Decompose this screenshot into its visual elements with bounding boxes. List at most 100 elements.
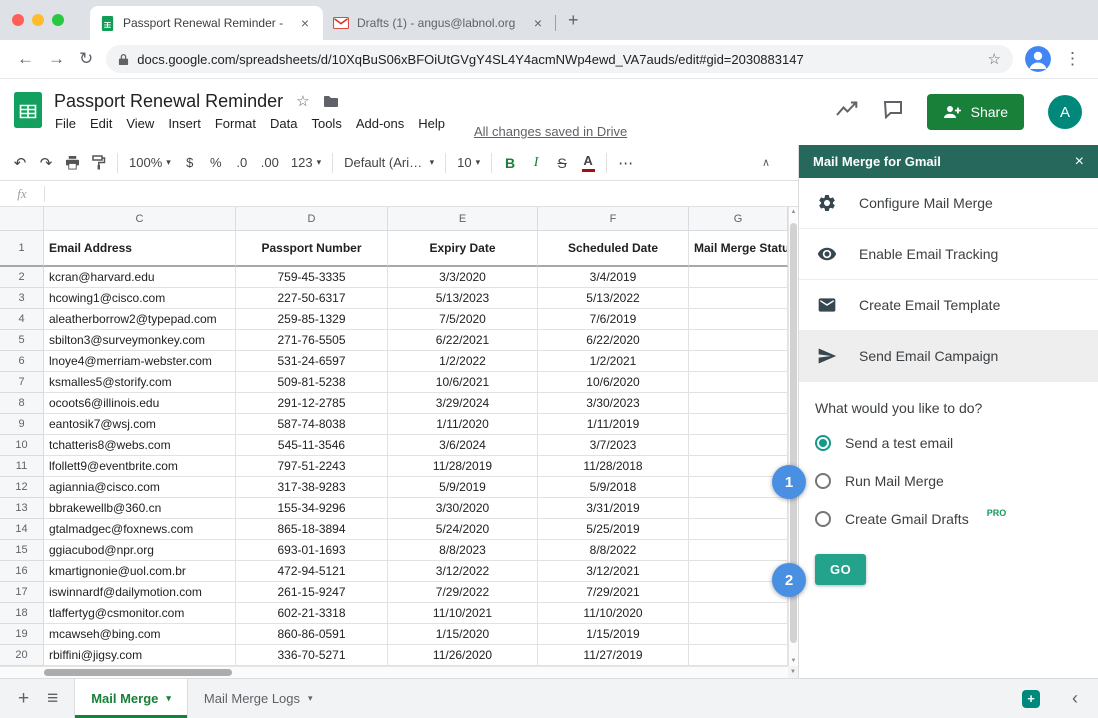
header-cell[interactable]: Scheduled Date	[538, 231, 689, 267]
radio-icon[interactable]	[815, 435, 831, 451]
font-family-select[interactable]: Default (Ari…▾	[339, 150, 439, 176]
cell-scheduled[interactable]: 3/31/2019	[538, 498, 689, 519]
cell-email[interactable]: mcawseh@bing.com	[44, 624, 236, 645]
cell-email[interactable]: bbrakewellb@360.cn	[44, 498, 236, 519]
column-header-D[interactable]: D	[236, 207, 388, 231]
cell-scheduled[interactable]: 1/2/2021	[538, 351, 689, 372]
cell-scheduled[interactable]: 1/11/2019	[538, 414, 689, 435]
menu-tools[interactable]: Tools	[304, 113, 348, 134]
scroll-up-icon[interactable]: ▲	[791, 209, 797, 215]
cell-scheduled[interactable]: 7/6/2019	[538, 309, 689, 330]
cell-expiry[interactable]: 3/6/2024	[388, 435, 538, 456]
cell-scheduled[interactable]: 6/22/2020	[538, 330, 689, 351]
row-header[interactable]: 2	[0, 267, 44, 288]
cell-expiry[interactable]: 11/28/2019	[388, 456, 538, 477]
row-header[interactable]: 17	[0, 582, 44, 603]
cell-passport[interactable]: 797-51-2243	[236, 456, 388, 477]
account-avatar[interactable]: A	[1048, 95, 1082, 129]
row-header[interactable]: 16	[0, 561, 44, 582]
cell-expiry[interactable]: 11/10/2021	[388, 603, 538, 624]
row-header[interactable]: 15	[0, 540, 44, 561]
row-header[interactable]: 19	[0, 624, 44, 645]
radio-icon[interactable]	[815, 511, 831, 527]
column-header-G[interactable]: G	[689, 207, 788, 231]
row-header[interactable]: 7	[0, 372, 44, 393]
cell-scheduled[interactable]: 3/30/2023	[538, 393, 689, 414]
cell-expiry[interactable]: 1/2/2022	[388, 351, 538, 372]
cell-expiry[interactable]: 3/3/2020	[388, 267, 538, 288]
cell-email[interactable]: kmartignonie@uol.com.br	[44, 561, 236, 582]
cell-passport[interactable]: 317-38-9283	[236, 477, 388, 498]
fullscreen-window-button[interactable]	[52, 14, 64, 26]
row-header[interactable]: 3	[0, 288, 44, 309]
cell-status[interactable]	[689, 288, 788, 309]
cell-email[interactable]: sbilton3@surveymonkey.com	[44, 330, 236, 351]
close-sidebar-icon[interactable]: ×	[1075, 153, 1084, 171]
cell-email[interactable]: agiannia@cisco.com	[44, 477, 236, 498]
row-header[interactable]: 12	[0, 477, 44, 498]
cell-expiry[interactable]: 5/13/2023	[388, 288, 538, 309]
cell-status[interactable]	[689, 498, 788, 519]
paint-format-button[interactable]	[87, 150, 111, 176]
browser-tab-1[interactable]: Passport Renewal Reminder -×	[90, 6, 323, 40]
cell-status[interactable]	[689, 267, 788, 288]
move-folder-icon[interactable]	[323, 95, 339, 108]
cell-expiry[interactable]: 1/11/2020	[388, 414, 538, 435]
cell-scheduled[interactable]: 7/29/2021	[538, 582, 689, 603]
addon-icon[interactable]: +	[1022, 690, 1040, 708]
more-toolbar-button[interactable]: ⋯	[613, 150, 638, 176]
minimize-window-button[interactable]	[32, 14, 44, 26]
cell-expiry[interactable]: 1/15/2020	[388, 624, 538, 645]
cell-expiry[interactable]: 7/5/2020	[388, 309, 538, 330]
format-currency-button[interactable]: $	[178, 150, 202, 176]
text-color-button[interactable]: A	[576, 150, 600, 176]
cell-email[interactable]: ocoots6@illinois.edu	[44, 393, 236, 414]
browser-profile-avatar[interactable]	[1025, 46, 1051, 72]
forward-icon[interactable]: →	[48, 49, 65, 69]
cell-expiry[interactable]: 5/24/2020	[388, 519, 538, 540]
star-document-icon[interactable]: ☆	[296, 92, 309, 110]
header-cell[interactable]: Email Address	[44, 231, 236, 267]
tab-close-icon[interactable]: ×	[297, 15, 313, 31]
cell-expiry[interactable]: 3/30/2020	[388, 498, 538, 519]
cell-scheduled[interactable]: 11/28/2018	[538, 456, 689, 477]
sheets-logo-icon[interactable]	[14, 92, 42, 133]
cell-email[interactable]: tlaffertyg@csmonitor.com	[44, 603, 236, 624]
row-header[interactable]: 10	[0, 435, 44, 456]
cell-expiry[interactable]: 3/12/2022	[388, 561, 538, 582]
option-create-gmail-drafts[interactable]: Create Gmail DraftsPRO	[815, 500, 1082, 538]
row-header-1[interactable]: 1	[0, 231, 44, 267]
sidebar-menu-send-email-campaign[interactable]: Send Email Campaign	[799, 331, 1098, 382]
cell-status[interactable]	[689, 372, 788, 393]
new-tab-button[interactable]: +	[568, 10, 579, 31]
header-cell[interactable]: Expiry Date	[388, 231, 538, 267]
cell-email[interactable]: tchatteris8@webs.com	[44, 435, 236, 456]
row-header[interactable]: 14	[0, 519, 44, 540]
cell-passport[interactable]: 472-94-5121	[236, 561, 388, 582]
browser-menu-icon[interactable]: ⋮	[1064, 49, 1081, 69]
row-header[interactable]: 13	[0, 498, 44, 519]
cell-email[interactable]: kcran@harvard.edu	[44, 267, 236, 288]
cell-scheduled[interactable]: 11/10/2020	[538, 603, 689, 624]
cell-passport[interactable]: 261-15-9247	[236, 582, 388, 603]
cell-status[interactable]	[689, 435, 788, 456]
row-header[interactable]: 11	[0, 456, 44, 477]
menu-data[interactable]: Data	[263, 113, 304, 134]
menu-view[interactable]: View	[119, 113, 161, 134]
increase-decimal-button[interactable]: .00	[256, 150, 284, 176]
cell-scheduled[interactable]: 3/7/2023	[538, 435, 689, 456]
cell-email[interactable]: iswinnardf@dailymotion.com	[44, 582, 236, 603]
cell-scheduled[interactable]: 5/25/2019	[538, 519, 689, 540]
sidebar-menu-enable-email-tracking[interactable]: Enable Email Tracking	[799, 229, 1098, 280]
bookmark-star-icon[interactable]: ☆	[988, 50, 1001, 68]
row-header[interactable]: 20	[0, 645, 44, 666]
all-sheets-icon[interactable]: ≡	[47, 688, 58, 710]
cell-status[interactable]	[689, 351, 788, 372]
sheet-tab-mail-merge[interactable]: Mail Merge▾	[74, 679, 188, 718]
cell-email[interactable]: lnoye4@merriam-webster.com	[44, 351, 236, 372]
format-percent-button[interactable]: %	[204, 150, 228, 176]
option-send-a-test-email[interactable]: Send a test email	[815, 424, 1082, 462]
header-cell[interactable]: Mail Merge Statu	[689, 231, 788, 267]
cell-passport[interactable]: 336-70-5271	[236, 645, 388, 666]
comment-icon[interactable]	[883, 100, 903, 124]
